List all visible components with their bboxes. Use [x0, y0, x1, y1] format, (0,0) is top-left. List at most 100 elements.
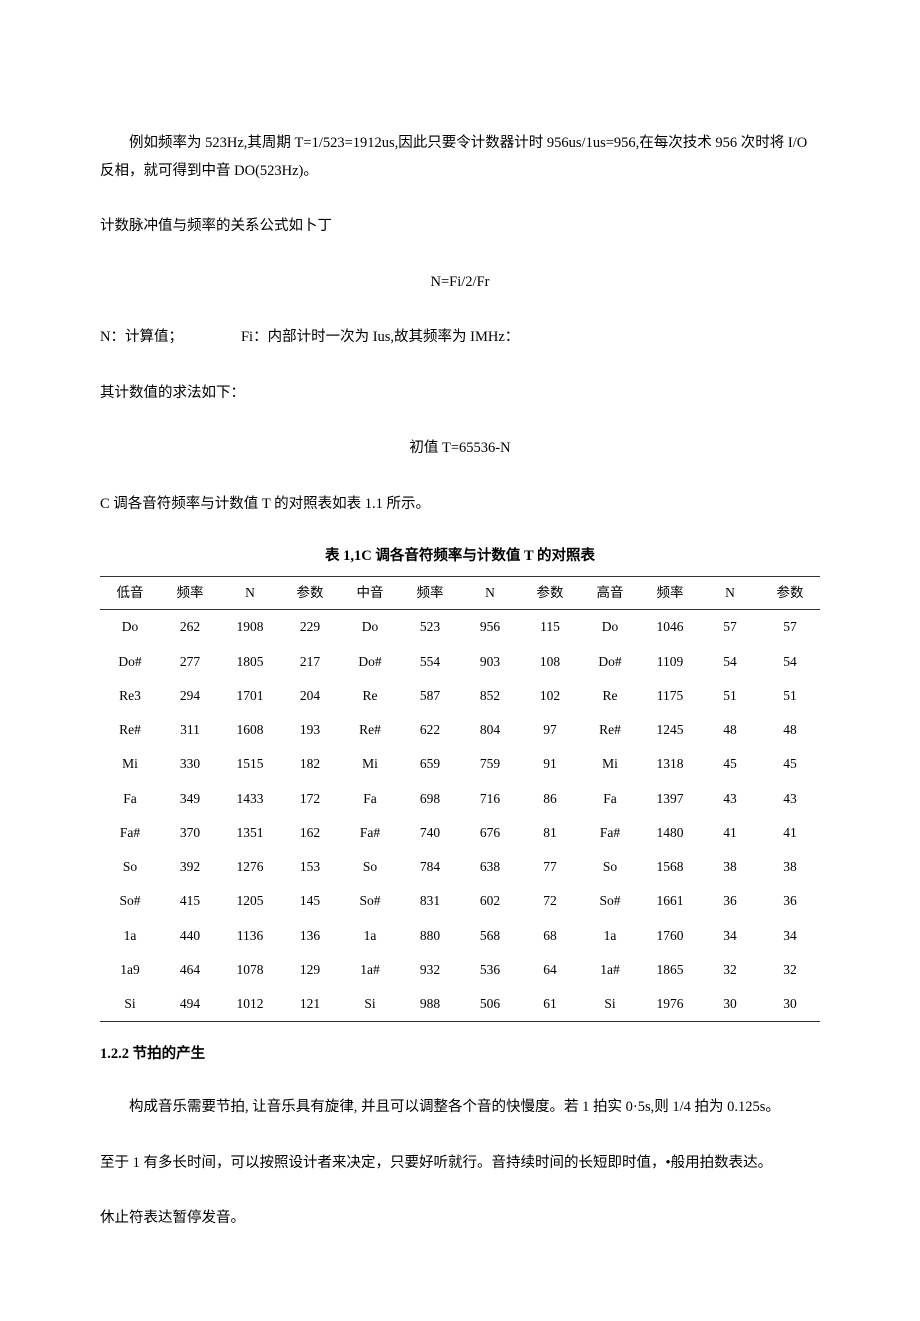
table-cell: 1480 [640, 816, 700, 850]
table-cell: Si [340, 987, 400, 1022]
table-cell: Mi [340, 747, 400, 781]
table-row: 1a44011361361a880568681a17603434 [100, 919, 820, 953]
table-cell: 506 [460, 987, 520, 1022]
table-cell: 831 [400, 884, 460, 918]
th-high-n: N [700, 577, 760, 610]
table-cell: Fa [580, 782, 640, 816]
table-cell: 86 [520, 782, 580, 816]
table-cell: Do [340, 610, 400, 645]
table-cell: 41 [700, 816, 760, 850]
paragraph-n-desc: N：计算值； Fi：内部计时一次为 Ius,故其频率为 IMHz： [100, 324, 820, 352]
table-cell: 54 [760, 645, 820, 679]
table-cell: 1865 [640, 953, 700, 987]
paragraph-table-ref: C 调各音符频率与计数值 T 的对照表如表 1.1 所示。 [100, 491, 820, 519]
table-cell: 852 [460, 679, 520, 713]
th-high-note: 高音 [580, 577, 640, 610]
table-cell: 804 [460, 713, 520, 747]
table-cell: Re [340, 679, 400, 713]
table-row: 1a946410781291a#932536641a#18653232 [100, 953, 820, 987]
paragraph-beat-2: 至于 1 有多长时间，可以按照设计者来决定，只要好听就行。音持续时间的长短即时值… [100, 1150, 820, 1178]
formula-t: 初值 T=65536-N [100, 435, 820, 463]
table-cell: Re [580, 679, 640, 713]
table-cell: Do# [100, 645, 160, 679]
table-cell: 622 [400, 713, 460, 747]
table-cell: 45 [760, 747, 820, 781]
table-cell: 30 [760, 987, 820, 1022]
table-row: Fa#3701351162Fa#74067681Fa#14804141 [100, 816, 820, 850]
paragraph-count-method: 其计数值的求法如下： [100, 380, 820, 408]
table-cell: 129 [280, 953, 340, 987]
table-cell: 1351 [220, 816, 280, 850]
table-cell: 1205 [220, 884, 280, 918]
table-cell: 587 [400, 679, 460, 713]
table-cell: 311 [160, 713, 220, 747]
table-cell: 48 [760, 713, 820, 747]
table-cell: 43 [700, 782, 760, 816]
table-cell: Do [100, 610, 160, 645]
table-cell: 121 [280, 987, 340, 1022]
table-cell: 38 [760, 850, 820, 884]
table-cell: Do# [340, 645, 400, 679]
table-cell: So# [100, 884, 160, 918]
table-cell: So [340, 850, 400, 884]
table-cell: 716 [460, 782, 520, 816]
table-cell: 536 [460, 953, 520, 987]
table-cell: 1608 [220, 713, 280, 747]
table-cell: 1a [340, 919, 400, 953]
table-row: Do2621908229Do523956115Do10465757 [100, 610, 820, 645]
table-cell: So [580, 850, 640, 884]
table-cell: 294 [160, 679, 220, 713]
table-cell: 43 [760, 782, 820, 816]
table-cell: Re# [100, 713, 160, 747]
table-cell: 1661 [640, 884, 700, 918]
table-cell: 464 [160, 953, 220, 987]
table-cell: 740 [400, 816, 460, 850]
table-cell: Mi [100, 747, 160, 781]
table-cell: 494 [160, 987, 220, 1022]
table-row: Do#2771805217Do#554903108Do#11095454 [100, 645, 820, 679]
table-cell: 392 [160, 850, 220, 884]
table-cell: 145 [280, 884, 340, 918]
table-cell: 903 [460, 645, 520, 679]
table-cell: 1136 [220, 919, 280, 953]
table-cell: 172 [280, 782, 340, 816]
table-cell: 698 [400, 782, 460, 816]
table-cell: So# [340, 884, 400, 918]
table-cell: Do# [580, 645, 640, 679]
table-cell: 1397 [640, 782, 700, 816]
table-cell: 349 [160, 782, 220, 816]
table-cell: 1a9 [100, 953, 160, 987]
table-cell: 932 [400, 953, 460, 987]
table-cell: 38 [700, 850, 760, 884]
table-cell: Re# [340, 713, 400, 747]
table-cell: 1a# [580, 953, 640, 987]
table-cell: 330 [160, 747, 220, 781]
table-cell: 1046 [640, 610, 700, 645]
table-row: So3921276153So78463877So15683838 [100, 850, 820, 884]
table-cell: 1515 [220, 747, 280, 781]
table-cell: 48 [700, 713, 760, 747]
table-cell: 32 [760, 953, 820, 987]
table-cell: 659 [400, 747, 460, 781]
table-cell: 1012 [220, 987, 280, 1022]
table-cell: Fa [100, 782, 160, 816]
table-row: Mi3301515182Mi65975991Mi13184545 [100, 747, 820, 781]
table-cell: 1976 [640, 987, 700, 1022]
section-heading-beat: 1.2.2 节拍的产生 [100, 1044, 820, 1066]
table-cell: 638 [460, 850, 520, 884]
table-cell: 1245 [640, 713, 700, 747]
table-cell: Fa# [340, 816, 400, 850]
table-cell: 204 [280, 679, 340, 713]
table-header-row: 低音 频率 N 参数 中音 频率 N 参数 高音 频率 N 参数 [100, 577, 820, 610]
table-cell: 1a [580, 919, 640, 953]
table-cell: So# [580, 884, 640, 918]
table-cell: So [100, 850, 160, 884]
table-cell: 1760 [640, 919, 700, 953]
table-cell: 68 [520, 919, 580, 953]
table-cell: 162 [280, 816, 340, 850]
table-cell: 988 [400, 987, 460, 1022]
table-cell: 57 [760, 610, 820, 645]
table-cell: 1a# [340, 953, 400, 987]
table-cell: 229 [280, 610, 340, 645]
table-cell: 34 [760, 919, 820, 953]
